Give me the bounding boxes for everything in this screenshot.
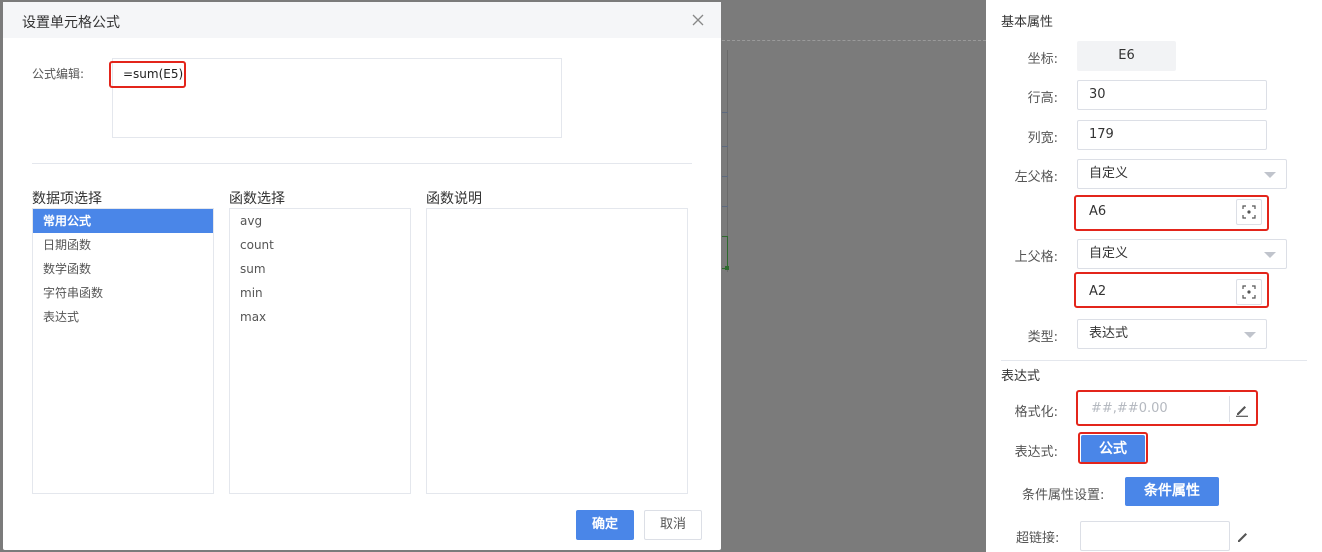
list-item[interactable]: avg xyxy=(230,209,410,233)
list-item[interactable]: 数学函数 xyxy=(33,257,213,281)
expression-section-title: 表达式 xyxy=(1001,369,1041,384)
left-parent-label: 左父格: xyxy=(1014,170,1058,185)
format-placeholder: ##,##0.00 xyxy=(1091,401,1168,416)
data-items-title: 数据项选择 xyxy=(32,191,102,207)
list-item[interactable]: 表达式 xyxy=(33,305,213,329)
property-panel: 基本属性 坐标: E6 行高: 30 列宽: 179 左父格: 自定义 A6 上… xyxy=(986,0,1322,552)
coord-label: 坐标: xyxy=(1027,52,1058,67)
functions-title: 函数选择 xyxy=(229,191,285,207)
chevron-down-icon xyxy=(1244,332,1256,338)
list-item[interactable]: 日期函数 xyxy=(33,233,213,257)
confirm-button[interactable]: 确定 xyxy=(576,510,634,540)
type-select[interactable]: 表达式 xyxy=(1077,319,1267,349)
top-parent-select[interactable]: 自定义 xyxy=(1077,239,1287,269)
selected-cell-outline xyxy=(722,236,728,269)
col-width-input[interactable]: 179 xyxy=(1077,120,1267,150)
page-break-line xyxy=(722,40,986,41)
functions-list: avg count sum min max xyxy=(229,208,411,494)
data-items-list: 常用公式 日期函数 数学函数 字符串函数 表达式 xyxy=(32,208,214,494)
sheet-row-line xyxy=(722,206,728,207)
list-item[interactable]: count xyxy=(230,233,410,257)
list-item[interactable]: 常用公式 xyxy=(33,209,213,233)
function-description-box xyxy=(426,208,688,494)
dialog-header: 设置单元格公式 xyxy=(3,2,721,38)
formula-editor-text: =sum(E5) xyxy=(123,67,184,81)
row-height-input[interactable]: 30 xyxy=(1077,80,1267,110)
type-label: 类型: xyxy=(1027,330,1058,345)
top-parent-label: 上父格: xyxy=(1014,250,1058,265)
list-item[interactable]: max xyxy=(230,305,410,329)
dialog-title: 设置单元格公式 xyxy=(22,15,120,31)
formula-button[interactable]: 公式 xyxy=(1081,435,1145,463)
format-divider xyxy=(1229,396,1230,422)
selected-cell-handle xyxy=(725,266,729,270)
pick-cell-button[interactable] xyxy=(1236,279,1262,305)
formula-edit-label: 公式编辑: xyxy=(32,67,85,81)
col-width-label: 列宽: xyxy=(1027,131,1058,146)
top-parent-select-value: 自定义 xyxy=(1089,246,1129,261)
top-parent-cell-input[interactable]: A2 xyxy=(1077,277,1227,307)
type-select-value: 表达式 xyxy=(1089,326,1129,341)
pencil-icon[interactable] xyxy=(1236,530,1250,544)
list-item[interactable]: 字符串函数 xyxy=(33,281,213,305)
list-item[interactable]: min xyxy=(230,281,410,305)
pencil-icon[interactable] xyxy=(1235,403,1249,417)
chevron-down-icon xyxy=(1264,172,1276,178)
close-icon[interactable] xyxy=(691,13,705,27)
pick-cell-icon xyxy=(1242,285,1256,299)
cancel-button[interactable]: 取消 xyxy=(644,510,702,540)
row-height-label: 行高: xyxy=(1027,91,1058,106)
dialog-divider xyxy=(32,163,692,164)
list-item[interactable]: sum xyxy=(230,257,410,281)
sheet-row-line xyxy=(722,112,728,113)
format-input[interactable]: ##,##0.00 xyxy=(1079,394,1229,424)
left-parent-cell-input[interactable]: A6 xyxy=(1077,197,1227,227)
condition-label: 条件属性设置: xyxy=(1022,488,1105,503)
pick-cell-button[interactable] xyxy=(1236,199,1262,225)
basic-properties-title: 基本属性 xyxy=(1001,15,1054,30)
sheet-row-line xyxy=(722,146,728,147)
format-label: 格式化: xyxy=(1014,405,1058,420)
coord-field: E6 xyxy=(1077,41,1176,71)
section-divider xyxy=(1001,360,1307,361)
function-description-title: 函数说明 xyxy=(426,191,482,207)
condition-button[interactable]: 条件属性 xyxy=(1125,477,1219,506)
hyperlink-label: 超链接: xyxy=(1016,531,1060,546)
hyperlink-input[interactable] xyxy=(1080,521,1230,551)
chevron-down-icon xyxy=(1264,252,1276,258)
left-parent-select-value: 自定义 xyxy=(1089,166,1129,181)
sheet-row-line xyxy=(722,176,728,177)
pick-cell-icon xyxy=(1242,205,1256,219)
left-parent-select[interactable]: 自定义 xyxy=(1077,159,1287,189)
cell-formula-dialog: 设置单元格公式 公式编辑: =sum(E5) 数据项选择 函数选择 函数说明 常… xyxy=(3,2,721,550)
expression-label: 表达式: xyxy=(1014,445,1058,460)
